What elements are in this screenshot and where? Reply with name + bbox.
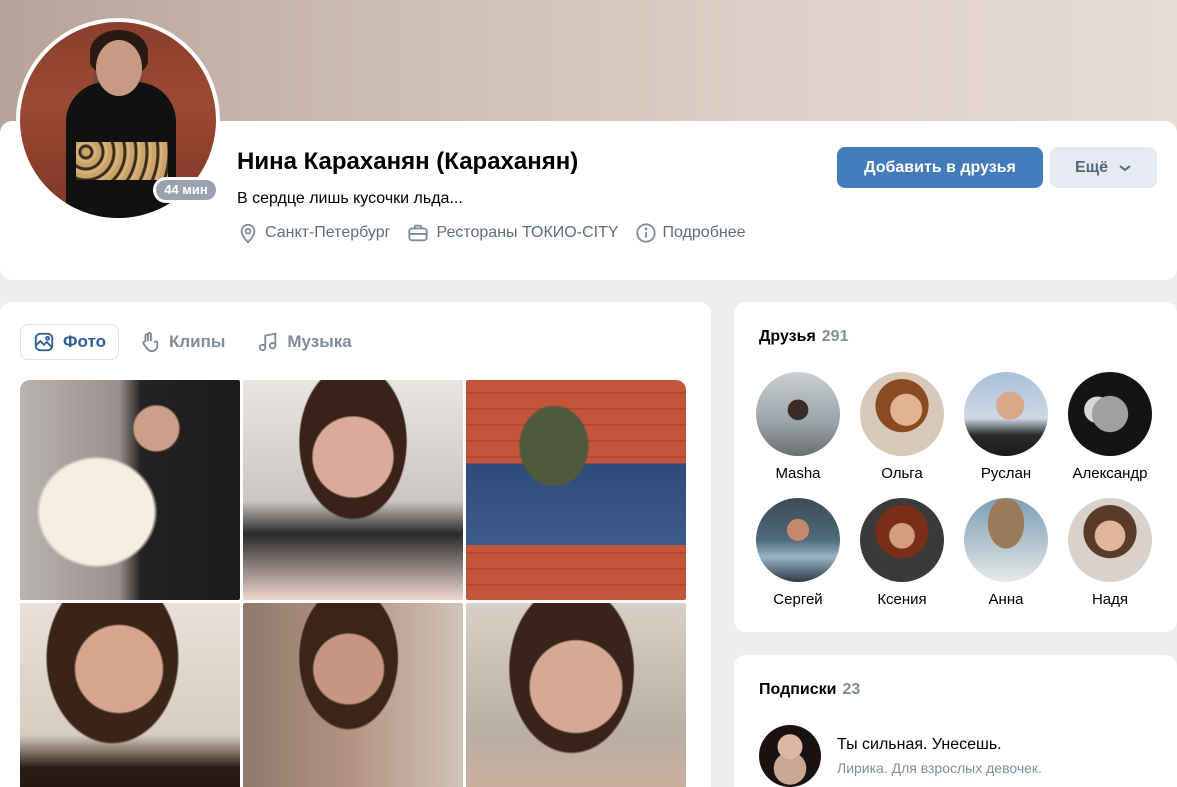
friend-avatar[interactable]: [756, 498, 840, 582]
photo-thumbnail[interactable]: [466, 603, 686, 787]
friend-avatar[interactable]: [1068, 498, 1152, 582]
friend-avatar[interactable]: [860, 372, 944, 456]
friend-item[interactable]: Ольга: [850, 372, 954, 498]
briefcase-icon: [408, 224, 429, 242]
profile-status: В сердце лишь кусочки льда...: [237, 190, 463, 207]
photo-thumbnail[interactable]: [466, 380, 686, 600]
info-city-label: Санкт-Петербург: [265, 224, 391, 241]
tab-clips-label: Клипы: [168, 332, 226, 351]
friend-item[interactable]: Masha: [746, 372, 850, 498]
info-city[interactable]: Санкт-Петербург: [237, 222, 390, 244]
friend-item[interactable]: Анна: [954, 498, 1058, 624]
friend-item[interactable]: Надя: [1058, 498, 1162, 624]
friends-title[interactable]: Друзья 291: [759, 328, 848, 346]
friend-name[interactable]: Сергей: [746, 591, 850, 608]
media-card: Фото Клипы Музыка: [0, 302, 711, 787]
chevron-down-icon: [1119, 164, 1131, 171]
more-button[interactable]: Ещё: [1050, 147, 1157, 188]
subscriptions-title[interactable]: Подписки 23: [759, 681, 860, 699]
friend-item[interactable]: Александр: [1058, 372, 1162, 498]
subscription-item[interactable]: Ты сильная. Унесешь. Лирика. Для взрослы…: [759, 725, 1042, 787]
tab-photo-label: Фото: [63, 332, 106, 351]
friends-grid: Masha Ольга Руслан Александр Сергей Ксен…: [746, 372, 1166, 624]
info-work-label: Рестораны ТОКИО-CITY: [436, 224, 619, 241]
online-status-text: 44 мин: [156, 180, 216, 200]
info-icon: [635, 223, 656, 243]
music-icon: [259, 332, 277, 352]
info-work[interactable]: Рестораны ТОКИО-CITY: [406, 222, 619, 244]
subscriptions-card: Подписки 23 Ты сильная. Унесешь. Лирика. …: [734, 655, 1177, 787]
avatar-photo-face: [96, 40, 142, 96]
photo-thumbnail[interactable]: [243, 380, 463, 600]
subscription-text: Ты сильная. Унесешь. Лирика. Для взрослы…: [837, 736, 1042, 776]
subscriptions-title-label: Подписки: [759, 681, 837, 698]
friend-name[interactable]: Александр: [1058, 465, 1162, 482]
friend-name[interactable]: Masha: [746, 465, 850, 482]
friends-count: 291: [821, 328, 849, 345]
friends-title-label: Друзья: [759, 328, 816, 345]
subscriptions-count: 23: [842, 681, 861, 698]
friend-name[interactable]: Ольга: [850, 465, 954, 482]
friend-item[interactable]: Ксения: [850, 498, 954, 624]
friend-avatar[interactable]: [860, 498, 944, 582]
info-more[interactable]: Подробнее: [635, 222, 746, 244]
subscription-avatar[interactable]: [759, 725, 821, 787]
friend-item[interactable]: Сергей: [746, 498, 850, 624]
friend-name[interactable]: Анна: [954, 591, 1058, 608]
friend-avatar[interactable]: [1068, 372, 1152, 456]
tab-music-label: Музыка: [287, 332, 352, 351]
info-more-label: Подробнее: [662, 224, 746, 241]
friend-avatar[interactable]: [964, 372, 1048, 456]
clips-icon: [142, 331, 159, 353]
profile-name: Нина Караханян (Караханян): [237, 148, 579, 175]
avatar-photo-pattern: [76, 142, 168, 180]
subscription-name[interactable]: Ты сильная. Унесешь.: [837, 736, 1042, 754]
friend-name[interactable]: Надя: [1058, 591, 1162, 608]
friend-name[interactable]: Ксения: [850, 591, 954, 608]
friend-avatar[interactable]: [756, 372, 840, 456]
tab-photo[interactable]: Фото: [20, 324, 119, 360]
friends-card: Друзья 291 Masha Ольга Руслан Александр С…: [734, 302, 1177, 632]
photo-thumbnail[interactable]: [243, 603, 463, 787]
friend-item[interactable]: Руслан: [954, 372, 1058, 498]
location-pin-icon: [240, 223, 256, 244]
add-friend-button[interactable]: Добавить в друзья: [837, 147, 1043, 188]
profile-page: 44 мин Нина Караханян (Караханян) В серд…: [0, 0, 1177, 787]
tab-clips[interactable]: Клипы: [127, 324, 237, 360]
online-status-badge: 44 мин: [153, 177, 219, 203]
friend-avatar[interactable]: [964, 498, 1048, 582]
photo-thumbnail[interactable]: [20, 603, 240, 787]
photo-icon: [34, 332, 54, 352]
photo-grid: [20, 380, 686, 787]
profile-info-row: Санкт-Петербург Рестораны ТОКИО-CITY Под…: [237, 222, 762, 244]
tab-music[interactable]: Музыка: [245, 324, 363, 360]
photo-thumbnail[interactable]: [20, 380, 240, 600]
subscription-description: Лирика. Для взрослых девочек.: [837, 760, 1042, 776]
more-button-label: Ещё: [1074, 158, 1109, 176]
friend-name[interactable]: Руслан: [954, 465, 1058, 482]
media-tabs: Фото Клипы Музыка: [20, 324, 372, 360]
